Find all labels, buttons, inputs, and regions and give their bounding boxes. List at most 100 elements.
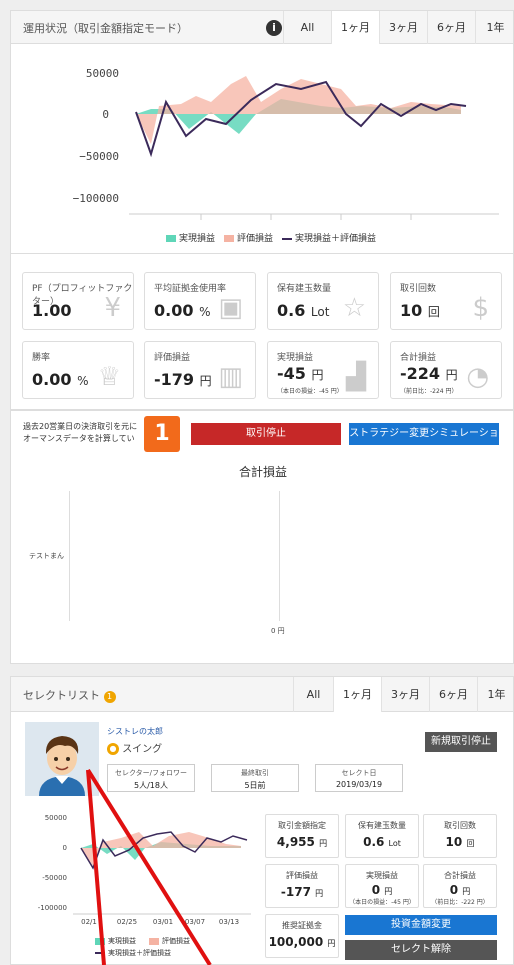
tab-1-year[interactable]: 1年 [475,11,514,45]
stat-value: 10 回 [400,301,440,320]
metric-realized: 実現損益 0 円（本日の損益：-45 円） [345,864,419,908]
trophy-icon: ♕ [97,362,121,392]
legend-label: 実現損益 [179,234,216,244]
mini-y-tick: -100000 [38,904,67,912]
y-tick-label: −100000 [73,192,119,205]
select-list-header: セレクトリスト 1 All 1ヶ月 3ヶ月 6ヶ月 1年 [10,676,514,713]
select-tab-1-month[interactable]: 1ヶ月 [333,677,381,713]
mini-legend-realized: 実現損益 [95,936,136,946]
legend-label: 評価損益 [237,234,274,244]
info-icon[interactable]: i [266,20,282,36]
performance-title: 運用状況（取引金額指定モード） [23,22,188,35]
select-tab-1-year[interactable]: 1年 [477,677,514,713]
tab-3-months[interactable]: 3ヶ月 [379,11,427,45]
page-root: 運用状況（取引金額指定モード） i All 1ヶ月 3ヶ月 6ヶ月 1年 500… [0,0,514,965]
avatar-illustration [25,722,99,796]
metric-trade-amount: 取引金額指定 4,955 円 [265,814,339,858]
tab-all[interactable]: All [283,11,331,45]
stop-new-trades-button[interactable]: 新規取引停止 [425,732,497,752]
mini-x-tick: 03/13 [219,918,239,926]
mini-legend-unrealized: 評価損益 [149,936,190,946]
select-list-title: セレクトリスト 1 [23,687,116,703]
strategy-mini-chart: 50000 0 -50000 -100000 02/1 02/25 03/01 … [38,814,251,926]
bar-chart-icon: ▥ [218,362,243,392]
dollar-cycle-icon: $ [472,293,489,323]
strategy-style: ● スイング [107,740,162,755]
metric-total: 合計損益 0 円（前日比：-222 円） [423,864,497,908]
stat-value: -45 円 [277,364,324,383]
tab-1-month[interactable]: 1ヶ月 [331,11,379,45]
stat-card-pf: PF（プロフィットファクター） 1.00 ¥ [22,272,134,330]
stat-card-position-size: 保有建玉数量 0.6 Lot ☆ [267,272,379,330]
stat-label: 合計損益 [400,353,437,363]
mini-x-tick: 02/1 [81,918,97,926]
stat-value: 0.00 % [32,370,89,389]
mini-y-tick: -50000 [42,874,67,882]
star-icon: ☆ [342,293,366,323]
wallet-icon: ▣ [218,293,243,323]
stat-card-margin-usage: 平均証拠金使用率 0.00 % ▣ [144,272,256,330]
y-tick-label: −50000 [79,150,119,163]
stat-label: 保有建玉数量 [277,284,332,294]
stat-value: 0.00 % [154,301,211,320]
legend-unrealized: 評価損益 [224,231,273,244]
performance-chart: 50000 0 −50000 −100000 実現損益 評価損益 実現損益＋評価… [10,44,514,254]
stat-card-unrealized: 評価損益 -179 円 ▥ [144,341,256,399]
stat-card-realized: 実現損益 -45 円 （本日の損益：-45 円） ▟ [267,341,379,399]
mini-legend-total: 実現損益＋評価損益 [95,948,171,958]
info-last-trade: 最終取引 5日前 [211,764,299,792]
tab-6-months[interactable]: 6ヶ月 [427,11,475,45]
metric-trade-count: 取引回数 10 回 [423,814,497,858]
strategy-simulation-button[interactable]: ストラテジー変更シミュレーション [349,423,499,461]
performance-chart-svg: 50000 0 −50000 −100000 [73,67,499,220]
info-selector-follower: セレクター/フォロワー 5人/18人 [107,764,195,792]
total-chart-title: 合計損益 [238,465,287,479]
select-tab-3-months[interactable]: 3ヶ月 [381,677,429,713]
metric-position-size: 保有建玉数量 0.6 Lot [345,814,419,858]
legend-swatch [224,235,234,242]
stat-sub: （本日の損益：-45 円） [277,388,343,395]
mini-x-tick: 03/07 [185,918,205,926]
stat-value: -179 円 [154,370,212,389]
select-count-badge: 1 [103,691,116,703]
mini-y-tick: 50000 [45,814,67,822]
stat-label: 実現損益 [277,353,314,363]
total-chart-y-axis [69,491,70,621]
metric-recommended-margin: 推奨証拠金 100,000 円 [265,914,339,958]
y-tick-label: 50000 [86,67,119,80]
stat-label: 勝率 [32,353,51,363]
stat-value: -224 円 [400,364,458,383]
pie-chart-icon: ◔ [466,362,489,392]
trend-chart-icon: ▟ [346,362,366,392]
avatar[interactable] [25,722,99,796]
legend-swatch [282,237,292,240]
total-chart-zero-line [279,491,280,621]
total-section: 過去20営業日の決済取引を元に オーマンスデータを計算してい 1 取引停止 スト… [10,410,514,664]
deselect-button[interactable]: セレクト解除 [345,940,497,960]
legend-label: 実現損益＋評価損益 [295,234,377,244]
strategy-name[interactable]: シストレの太郎 [107,726,163,737]
strategy-card: シストレの太郎 ● スイング 新規取引停止 セレクター/フォロワー 5人/18人 … [10,712,514,965]
mini-x-tick: 03/01 [153,918,173,926]
y-tick-label: 0 [102,108,109,121]
stat-card-total: 合計損益 -224 円 （前日比：-224 円） ◔ [390,341,502,399]
stat-label: 平均証拠金使用率 [154,284,227,294]
stat-sub: （前日比：-224 円） [400,388,458,395]
stop-trading-button[interactable]: 取引停止 [191,423,341,445]
stat-value: 1.00 [32,301,72,320]
performance-header: 運用状況（取引金額指定モード） i All 1ヶ月 3ヶ月 6ヶ月 1年 [10,10,514,45]
yen-icon: ¥ [104,293,121,323]
stat-label: 取引回数 [400,284,437,294]
select-tab-6-months[interactable]: 6ヶ月 [429,677,477,713]
calc-note: 過去20営業日の決済取引を元に オーマンスデータを計算してい [23,422,138,443]
legend-total: 実現損益＋評価損益 [282,231,376,244]
metric-unrealized: 評価損益 -177 円 [265,864,339,908]
mini-x-tick: 02/25 [117,918,137,926]
select-tab-all[interactable]: All [293,677,333,713]
user-icon: ● [107,743,119,755]
legend-swatch [166,235,176,242]
total-chart-y-label: テストまん [29,552,64,560]
step-badge: 1 [144,416,180,452]
change-investment-button[interactable]: 投資金額変更 [345,915,497,935]
stat-card-win-rate: 勝率 0.00 % ♕ [22,341,134,399]
